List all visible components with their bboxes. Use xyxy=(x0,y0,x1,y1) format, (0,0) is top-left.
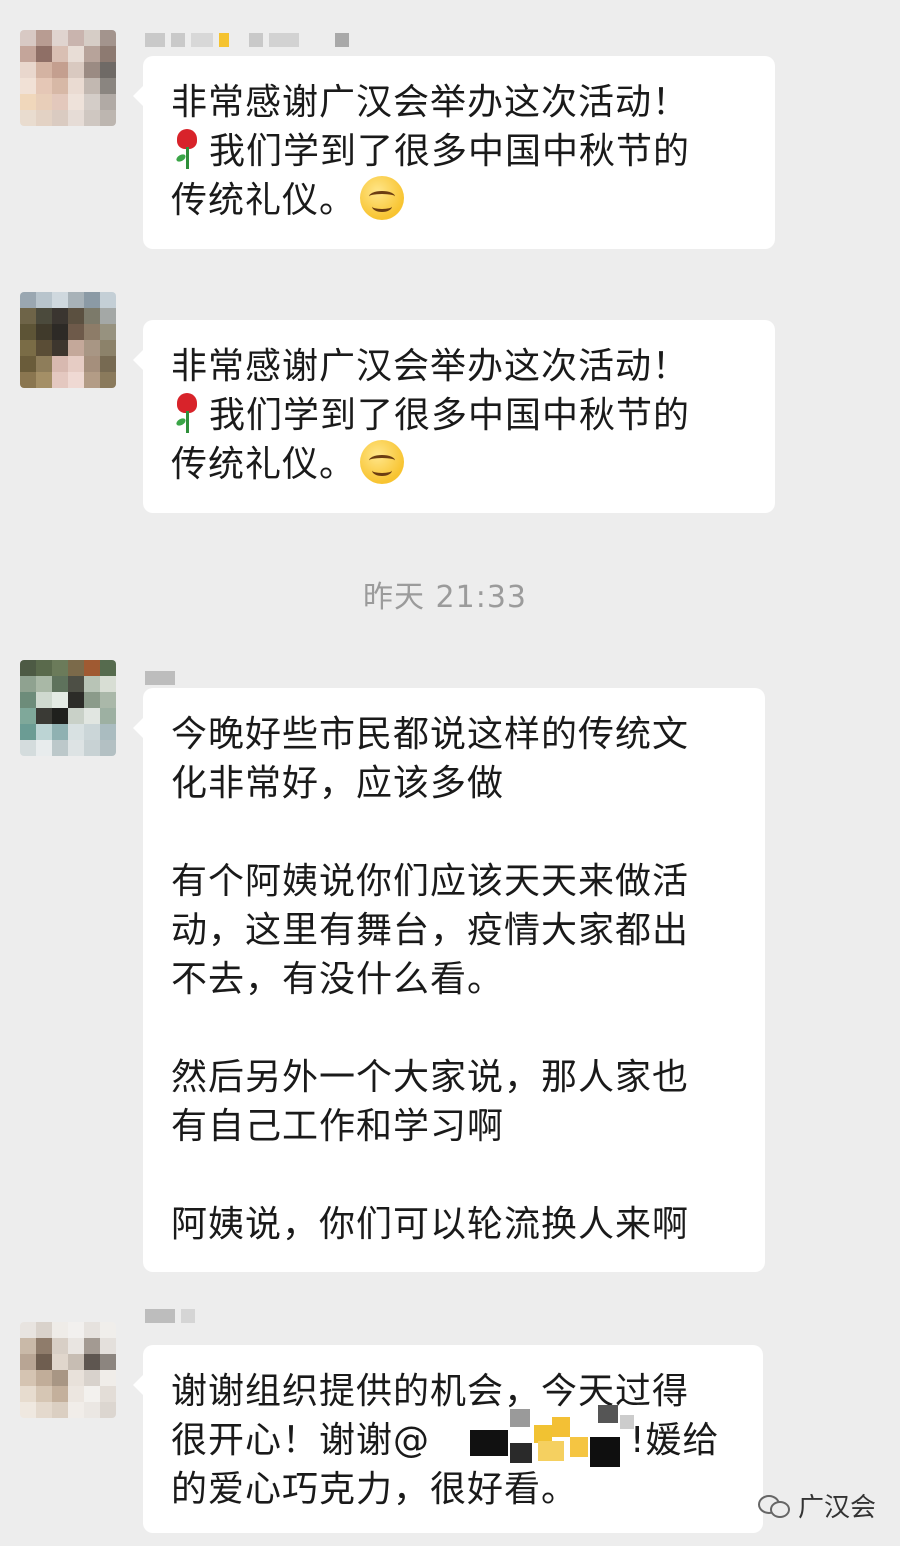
sender-nickname-redacted xyxy=(145,670,175,686)
avatar[interactable] xyxy=(20,292,116,388)
message-text: 非常感谢广汉会举办这次活动！ 我们学到了很多中国中秋节的 传统礼仪。 xyxy=(171,82,691,221)
smiling-face-emoji-icon xyxy=(360,440,405,484)
chat-timestamp: 昨天 21:33 xyxy=(363,580,527,615)
message-text-paragraph: 有个阿姨说你们应该天天来做活 动，这里有舞台，疫情大家都出 不去，有没什么看。 xyxy=(171,861,690,1000)
redacted-username-mosaic xyxy=(430,1395,660,1475)
message-text-paragraph: 然后另外一个大家说，那人家也 有自己工作和学习啊 xyxy=(171,1057,690,1147)
rose-emoji-icon xyxy=(171,127,203,171)
message-bubble[interactable]: 今晚好些市民都说这样的传统文 化非常好，应该多做 有个阿姨说你们应该天天来做活 … xyxy=(133,688,765,1272)
avatar-mosaic xyxy=(20,1322,116,1418)
message-bubble[interactable]: 非常感谢广汉会举办这次活动！ 我们学到了很多中国中秋节的 传统礼仪。 xyxy=(133,56,775,249)
watermark-text: 广汉会 xyxy=(797,1493,876,1523)
avatar-mosaic xyxy=(20,30,116,126)
sender-nickname-redacted xyxy=(145,1308,195,1324)
smiling-face-emoji-icon xyxy=(360,176,405,220)
message-text: 非常感谢广汉会举办这次活动！ 我们学到了很多中国中秋节的 传统礼仪。 xyxy=(171,346,691,485)
avatar[interactable] xyxy=(20,1322,116,1418)
wechat-official-account-icon xyxy=(757,1493,792,1519)
account-watermark: 广汉会 xyxy=(757,1487,876,1524)
avatar[interactable] xyxy=(20,30,116,126)
sender-nickname-redacted xyxy=(145,32,349,48)
message-text-paragraph: 今晚好些市民都说这样的传统文 化非常好，应该多做 xyxy=(171,714,690,804)
avatar-mosaic xyxy=(20,292,116,388)
avatar[interactable] xyxy=(20,660,116,756)
rose-emoji-icon xyxy=(171,391,203,435)
message-bubble[interactable]: 非常感谢广汉会举办这次活动！ 我们学到了很多中国中秋节的 传统礼仪。 xyxy=(133,320,775,513)
message-text-paragraph: 阿姨说，你们可以轮流换人来啊 xyxy=(171,1204,690,1245)
avatar-mosaic xyxy=(20,660,116,756)
